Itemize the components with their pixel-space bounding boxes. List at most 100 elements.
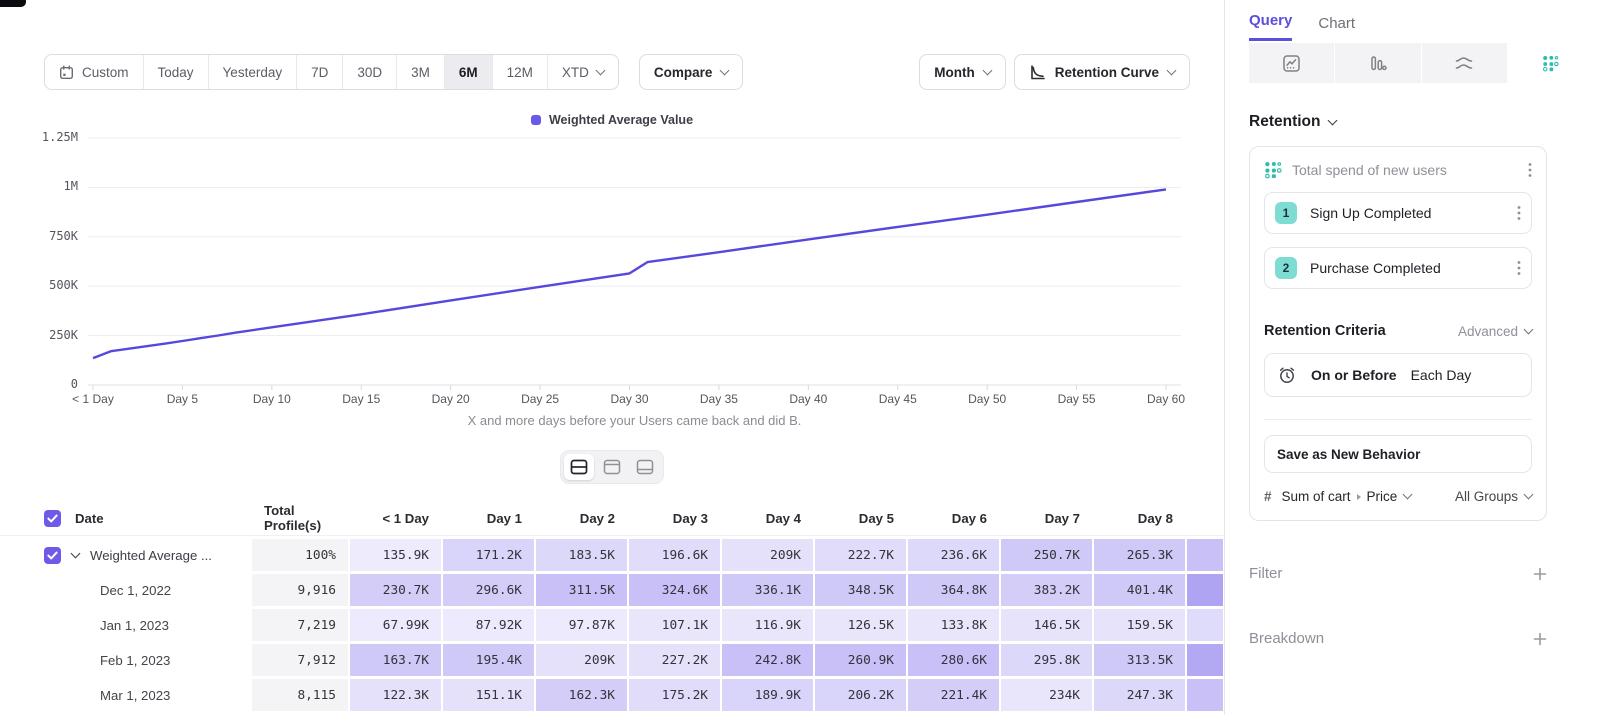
x-axis-tick-label: Day 55 [1032,392,1122,406]
value-cell: 230.7K [350,574,441,606]
value-cell: 250.7K [1001,539,1092,571]
condition-label: On or Before [1311,367,1397,383]
breadcrumb-arrow-icon [1357,494,1361,500]
range-custom[interactable]: Custom [45,55,144,89]
groups-label: All Groups [1455,489,1518,504]
behavior-card: Total spend of new users 1 Sign Up Compl… [1249,146,1547,521]
table-row[interactable]: Mar 1, 20238,115122.3K151.1K162.3K175.2K… [0,679,1224,711]
chevron-down-icon [982,65,992,75]
value-cell: 296.6K [443,574,534,606]
step-number-badge: 1 [1275,202,1297,224]
value-cell: 107.1K [629,609,720,641]
add-filter-button[interactable] [1533,567,1547,581]
layout-chart-button[interactable] [597,454,627,480]
breakdown-label: Breakdown [1249,630,1324,647]
numeric-property-icon: # [1264,489,1272,504]
add-breakdown-button[interactable] [1533,632,1547,646]
flows-tab[interactable] [1422,43,1507,83]
value-cell: 209K [722,539,813,571]
filter-section: Filter [1249,565,1547,582]
criteria-condition-row[interactable]: On or Before Each Day [1264,353,1532,397]
measure-dropdown[interactable]: Sum of cart [1282,489,1351,504]
column-header: Day 1 [443,511,534,526]
filter-label: Filter [1249,565,1282,582]
insights-icon [1283,55,1300,72]
window-corner-artifact [0,0,26,7]
table-row[interactable]: Dec 1, 20229,916230.7K296.6K311.5K324.6K… [0,574,1224,606]
value-cell: 135.9K [350,539,441,571]
select-all-checkbox[interactable] [44,510,61,527]
row-checkbox[interactable] [44,547,61,564]
save-as-new-behavior-button[interactable]: Save as New Behavior [1264,435,1532,473]
table-row[interactable]: Feb 1, 20237,912163.7K195.4K209K227.2K24… [0,644,1224,676]
clipped-value-cell [1187,574,1223,606]
range-7d[interactable]: 7D [297,55,343,89]
x-axis-tick-label: Day 25 [495,392,585,406]
row-label: Weighted Average ... [90,548,212,563]
chevron-down-icon [1524,324,1534,334]
value-cell: 162.3K [536,679,627,711]
range-12m[interactable]: 12M [493,55,548,89]
row-label: Feb 1, 2023 [100,653,170,668]
range-30d[interactable]: 30D [343,55,397,89]
funnels-tab[interactable] [1335,43,1420,83]
report-toolbar: CustomTodayYesterday7D30D3M6M12MXTD Comp… [44,54,1190,90]
measure-property-label: Price [1367,489,1398,504]
range-xtd[interactable]: XTD [548,55,618,89]
groups-dropdown[interactable]: All Groups [1455,489,1532,504]
value-cell: 265.3K [1094,539,1185,571]
value-cell: 189.9K [722,679,813,711]
chevron-down-icon [595,65,605,75]
measure-property-dropdown[interactable]: Price [1367,489,1398,504]
value-cell: 234K [1001,679,1092,711]
granularity-button[interactable]: Month [919,54,1005,90]
section-title: Retention [1249,113,1320,131]
criteria-label: Retention Criteria [1264,323,1386,339]
chevron-down-icon[interactable] [71,548,81,558]
insights-tab[interactable] [1249,43,1334,83]
layout-table-button[interactable] [630,454,660,480]
value-cell: 97.87K [536,609,627,641]
tab-chart[interactable]: Chart [1318,15,1355,41]
table-header-row: DateTotal Profile(s)< 1 DayDay 1Day 2Day… [0,501,1224,536]
compare-button[interactable]: Compare [639,54,744,90]
y-axis-tick-label: 0 [0,377,78,391]
range-6m[interactable]: 6M [445,55,493,89]
retention-section-dropdown[interactable]: Retention [1249,113,1600,131]
chart-type-label: Retention Curve [1055,65,1159,80]
retention-curve-icon [1029,64,1046,81]
behavior-step-1[interactable]: 1 Sign Up Completed [1264,192,1532,234]
table-row[interactable]: Weighted Average ...100%135.9K171.2K183.… [0,539,1224,571]
x-axis-tick-label: Day 15 [316,392,406,406]
y-axis-tick-label: 750K [0,229,78,243]
kebab-icon [1528,162,1532,178]
step-menu-button[interactable] [1517,205,1521,221]
column-header: Day 5 [815,511,906,526]
layout-split-button[interactable] [564,454,594,480]
kebab-icon [1517,205,1521,221]
value-cell: 313.5K [1094,644,1185,676]
step-menu-button[interactable] [1517,260,1521,276]
range-3m[interactable]: 3M [397,55,445,89]
criteria-mode-dropdown[interactable]: Advanced [1458,324,1532,339]
range-yesterday[interactable]: Yesterday [209,55,298,89]
value-cell: 146.5K [1001,609,1092,641]
value-cell: 348.5K [815,574,906,606]
clock-icon [1277,365,1297,385]
step-label: Purchase Completed [1310,260,1517,276]
total-profiles-cell: 9,916 [252,574,348,606]
behavior-step-2[interactable]: 2 Purchase Completed [1264,247,1532,289]
behavior-title: Total spend of new users [1292,162,1528,178]
calendar-icon [59,65,74,80]
table-row[interactable]: Jan 1, 20237,21967.99K87.92K97.87K107.1K… [0,609,1224,641]
value-cell: 221.4K [908,679,999,711]
behavior-menu-button[interactable] [1528,162,1532,178]
range-today[interactable]: Today [144,55,209,89]
value-cell: 183.5K [536,539,627,571]
tab-query[interactable]: Query [1249,12,1292,41]
retention-tab[interactable] [1508,43,1593,83]
layout-top-icon [603,459,621,475]
total-profiles-cell: 7,219 [252,609,348,641]
granularity-label: Month [934,65,974,80]
chart-type-button[interactable]: Retention Curve [1014,54,1190,90]
